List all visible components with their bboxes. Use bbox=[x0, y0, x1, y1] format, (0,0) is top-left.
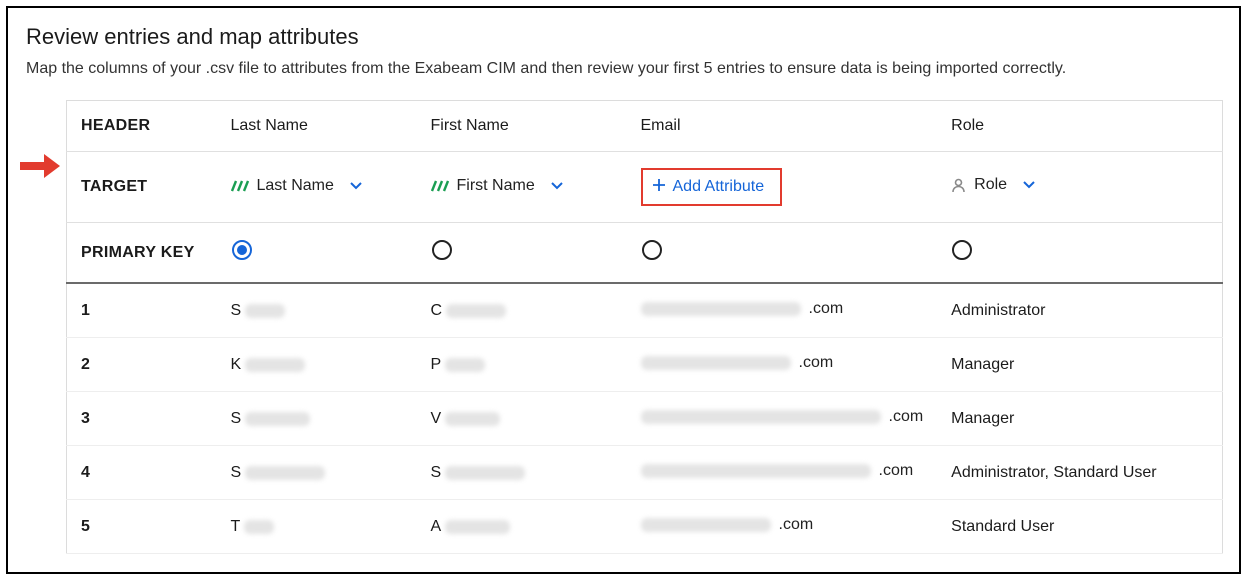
primary-key-radio-role[interactable] bbox=[951, 239, 973, 261]
cell-last-name: S bbox=[231, 410, 311, 428]
target-label: First Name bbox=[457, 177, 535, 195]
cell-last-name: S bbox=[231, 464, 326, 482]
cell-last-name: K bbox=[231, 356, 306, 374]
cell-first-name: P bbox=[431, 356, 486, 374]
cell-role: Administrator, Standard User bbox=[937, 446, 1222, 500]
table-row: 3 S V .com Manager bbox=[67, 392, 1223, 446]
primary-key-row-label: PRIMARY KEY bbox=[67, 223, 217, 284]
page-title: Review entries and map attributes bbox=[26, 24, 1223, 50]
cell-first-name: V bbox=[431, 410, 501, 428]
header-role: Role bbox=[937, 101, 1222, 152]
primary-key-row: PRIMARY KEY bbox=[67, 223, 1223, 284]
target-label: Last Name bbox=[257, 177, 334, 195]
chevron-down-icon bbox=[1023, 176, 1035, 194]
cell-role: Standard User bbox=[937, 500, 1222, 554]
primary-key-radio-email[interactable] bbox=[641, 239, 663, 261]
table-row: 5 T A .com Standard User bbox=[67, 500, 1223, 554]
stripes-icon bbox=[231, 180, 249, 192]
stripes-icon bbox=[431, 180, 449, 192]
target-select-last-name[interactable]: Last Name bbox=[231, 177, 362, 195]
target-row: TARGET Last Name bbox=[67, 152, 1223, 223]
cell-email: .com bbox=[641, 300, 844, 318]
row-index: 1 bbox=[67, 283, 217, 338]
cell-first-name: C bbox=[431, 302, 507, 320]
cell-first-name: A bbox=[431, 518, 511, 536]
add-attribute-label: Add Attribute bbox=[673, 178, 765, 196]
cell-last-name: T bbox=[231, 518, 275, 536]
person-icon bbox=[951, 178, 966, 193]
table-wrap: HEADER Last Name First Name Email Role T… bbox=[24, 100, 1223, 554]
primary-key-radio-last-name[interactable] bbox=[231, 239, 253, 261]
target-row-label: TARGET bbox=[67, 152, 217, 223]
mapping-panel: Review entries and map attributes Map th… bbox=[6, 6, 1241, 574]
header-last-name: Last Name bbox=[217, 101, 417, 152]
row-index: 2 bbox=[67, 338, 217, 392]
cell-email: .com bbox=[641, 516, 814, 534]
cell-role: Manager bbox=[937, 338, 1222, 392]
row-index: 3 bbox=[67, 392, 217, 446]
mapping-table: HEADER Last Name First Name Email Role T… bbox=[66, 100, 1223, 554]
chevron-down-icon bbox=[350, 177, 362, 195]
plus-icon bbox=[653, 178, 665, 196]
row-index: 4 bbox=[67, 446, 217, 500]
target-label: Role bbox=[974, 176, 1007, 194]
header-row-label: HEADER bbox=[67, 101, 217, 152]
cell-role: Administrator bbox=[937, 283, 1222, 338]
cell-email: .com bbox=[641, 462, 914, 480]
primary-key-radio-first-name[interactable] bbox=[431, 239, 453, 261]
cell-role: Manager bbox=[937, 392, 1222, 446]
cell-last-name: S bbox=[231, 302, 286, 320]
cell-email: .com bbox=[641, 408, 924, 426]
row-index: 5 bbox=[67, 500, 217, 554]
cell-email: .com bbox=[641, 354, 834, 372]
cell-first-name: S bbox=[431, 464, 526, 482]
header-row: HEADER Last Name First Name Email Role bbox=[67, 101, 1223, 152]
target-select-first-name[interactable]: First Name bbox=[431, 177, 563, 195]
header-email: Email bbox=[627, 101, 938, 152]
page-subtitle: Map the columns of your .csv file to att… bbox=[26, 60, 1223, 78]
target-select-role[interactable]: Role bbox=[951, 176, 1035, 194]
header-first-name: First Name bbox=[417, 101, 627, 152]
chevron-down-icon bbox=[551, 177, 563, 195]
add-attribute-button[interactable]: Add Attribute bbox=[641, 168, 783, 206]
table-row: 4 S S .com Administrator, Standard User bbox=[67, 446, 1223, 500]
table-row: 2 K P .com Manager bbox=[67, 338, 1223, 392]
callout-arrow-icon bbox=[18, 152, 62, 180]
table-row: 1 S C .com Administrator bbox=[67, 283, 1223, 338]
